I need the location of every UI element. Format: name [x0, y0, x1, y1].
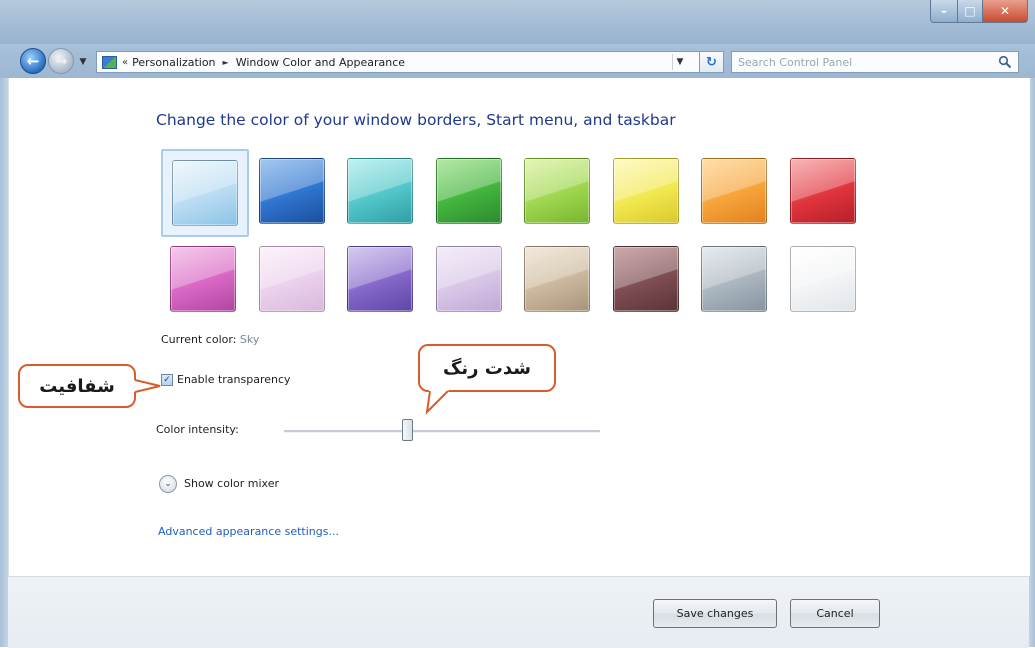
save-changes-button[interactable]: Save changes — [653, 599, 777, 628]
refresh-button[interactable]: ↻ — [700, 51, 724, 73]
search-icon[interactable] — [998, 55, 1012, 69]
close-button[interactable]: ✕ — [982, 0, 1028, 23]
color-swatch-tile — [524, 246, 590, 312]
transparency-callout-pointer — [134, 379, 161, 393]
color-swatch-leaf[interactable] — [427, 149, 515, 237]
back-button[interactable]: ← — [20, 48, 46, 74]
window-color-and-appearance-window: – □ ✕ ← → ▼ « Personalization ► Window C… — [0, 0, 1035, 648]
color-swatch-sea[interactable] — [338, 149, 426, 237]
transparency-annotation-callout: شفافیت — [18, 364, 136, 408]
search-input[interactable]: Search Control Panel — [738, 56, 852, 69]
maximize-button[interactable]: □ — [957, 0, 983, 23]
color-swatch-tile — [435, 158, 502, 224]
color-swatch-tile — [524, 158, 590, 224]
minimize-button[interactable]: – — [930, 0, 958, 23]
chevron-down-icon: ⌄ — [164, 479, 172, 489]
window-frame-left — [0, 78, 8, 647]
intensity-annotation-callout: شدت رنگ — [418, 344, 556, 392]
forward-arrow-icon: → — [54, 52, 68, 70]
color-swatch-tile — [789, 246, 856, 312]
back-arrow-icon: ← — [26, 52, 40, 70]
forward-button[interactable]: → — [48, 48, 74, 74]
cancel-button[interactable]: Cancel — [790, 599, 880, 628]
advanced-appearance-settings-link[interactable]: Advanced appearance settings... — [158, 525, 339, 538]
color-swatch-blush[interactable] — [250, 237, 338, 325]
current-color-label: Current color: — [161, 333, 237, 346]
color-swatch-tile — [789, 158, 856, 224]
color-swatch-taupe[interactable] — [515, 237, 603, 325]
color-swatch-tile — [347, 246, 413, 312]
checkmark-icon: ✓ — [163, 375, 171, 385]
color-swatch-slate[interactable] — [692, 237, 780, 325]
search-box[interactable]: Search Control Panel — [731, 51, 1019, 73]
transparency-annotation-text: شفافیت — [39, 375, 115, 397]
color-swatch-pumpkin[interactable] — [692, 149, 780, 237]
address-bar[interactable]: « Personalization ► Window Color and App… — [96, 51, 700, 73]
color-intensity-slider-track[interactable] — [284, 430, 600, 433]
color-swatch-chocolate[interactable] — [604, 237, 692, 325]
color-swatch-tile — [612, 158, 679, 224]
color-swatch-tile — [258, 246, 325, 312]
enable-transparency-label[interactable]: Enable transparency — [177, 373, 291, 386]
breadcrumb-window-color[interactable]: Window Color and Appearance — [236, 56, 405, 69]
current-color-value: Sky — [239, 333, 260, 346]
color-swatch-grid — [161, 149, 871, 321]
color-intensity-slider-thumb[interactable] — [401, 419, 413, 441]
intensity-callout-pointer — [425, 390, 449, 415]
color-swatch-ruby[interactable] — [781, 149, 869, 237]
color-swatch-tile — [435, 246, 502, 312]
show-color-mixer-button[interactable]: ⌄ — [159, 475, 177, 493]
color-swatch-violet[interactable] — [338, 237, 426, 325]
color-swatch-fuchsia[interactable] — [161, 237, 249, 325]
recent-pages-dropdown[interactable]: ▼ — [76, 56, 90, 68]
title-bar: – □ ✕ — [0, 0, 1035, 44]
color-swatch-lime[interactable] — [515, 149, 603, 237]
page-heading: Change the color of your window borders,… — [156, 111, 676, 129]
color-intensity-label: Color intensity: — [156, 423, 239, 436]
color-swatch-tile — [701, 158, 767, 224]
address-dropdown-button[interactable]: ▼ — [672, 54, 687, 70]
navigation-bar: ← → ▼ « Personalization ► Window Color a… — [0, 44, 1035, 78]
color-swatch-tile — [172, 160, 238, 226]
intensity-annotation-text: شدت رنگ — [442, 357, 531, 379]
color-swatch-sky[interactable] — [161, 149, 249, 237]
breadcrumb-separator-icon[interactable]: ► — [223, 58, 229, 67]
color-swatch-lavender[interactable] — [427, 237, 515, 325]
breadcrumb-overflow[interactable]: « — [122, 57, 128, 68]
color-swatch-twilight[interactable] — [250, 149, 338, 237]
color-swatch-tile — [347, 158, 413, 224]
show-color-mixer-label[interactable]: Show color mixer — [184, 477, 279, 490]
color-swatch-tile — [612, 246, 679, 312]
chevron-down-icon: ▼ — [676, 57, 684, 67]
color-swatch-frost[interactable] — [781, 237, 869, 325]
color-swatch-tile — [701, 246, 767, 312]
current-color-text: Current color: Sky — [161, 333, 259, 346]
color-swatch-lemon[interactable] — [604, 149, 692, 237]
color-swatch-tile — [258, 158, 325, 224]
color-swatch-tile — [170, 246, 236, 312]
refresh-icon: ↻ — [706, 54, 717, 70]
breadcrumb-personalization[interactable]: Personalization — [132, 56, 215, 69]
chevron-down-icon: ▼ — [79, 57, 87, 67]
control-panel-icon — [102, 55, 117, 69]
